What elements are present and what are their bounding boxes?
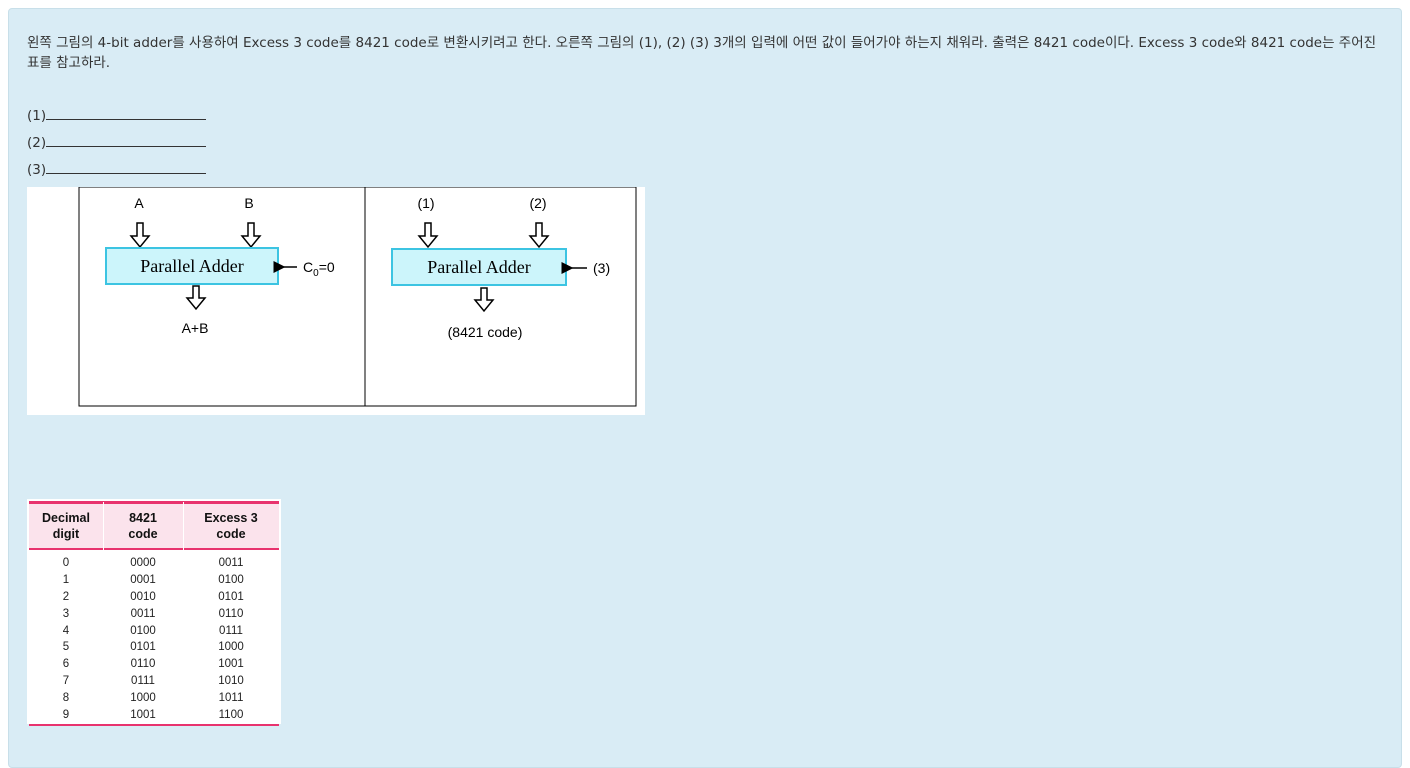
answer-blank-1 [46,107,207,120]
table-row: 6 0110 1001 [62,658,244,671]
right-output-arrow-icon [473,287,495,313]
table-row: 1 0001 0100 [62,574,244,587]
answer-blank-3 [46,161,207,174]
table-row: 9 1001 1100 [62,708,244,721]
answer-label-3: (3) [27,162,47,178]
question-text: 왼쪽 그림의 4-bit adder를 사용하여 Excess 3 code를 … [27,35,1377,71]
answer-line-3: (3) [27,161,207,179]
answer-label-1: (1) [27,108,47,124]
header-8421-code: 8421 code [128,511,158,541]
right-input-1: (1) [417,195,434,211]
table-row: 0 0000 0011 [62,557,244,570]
table-row: 4 0100 0111 [62,624,243,637]
question-panel: 왼쪽 그림의 4-bit adder를 사용하여 Excess 3 code를 … [8,8,1402,768]
table-body: 0 0000 0011 1 0001 0100 2 0010 0101 3 0011 0110 … [29,550,279,723]
left-carry-label: C0=0 [303,259,335,279]
answer-label-2: (2) [27,135,47,151]
left-input-b: B [244,195,253,211]
figure-frame [78,187,637,407]
answer-blank-2 [46,134,207,147]
table-header: Decimal digit 8421 code Excess 3 code [29,504,279,550]
table-row: 2 0010 0101 [62,590,244,603]
left-output-arrow-icon [185,285,207,311]
right-carry-label: (3) [593,260,610,276]
code-table-image: Decimal digit 8421 code Excess 3 code 0 0000… [27,499,281,726]
table-row: 8 1000 1011 [62,691,244,704]
right-arrow-1-icon [417,222,439,249]
answer-line-1: (1) [27,107,207,125]
header-excess3-code: Excess 3 code [204,511,258,541]
table-bottom-rule [29,723,279,726]
right-adder-label: Parallel Adder [427,257,530,277]
adder-diagram: A B Parallel Adder C0=0 A+B (1) (2) Para… [78,187,637,407]
table-column-divider [183,502,184,720]
right-arrow-2-icon [528,222,550,249]
left-arrow-b-icon [240,222,262,249]
left-arrow-a-icon [129,222,151,249]
table-column-divider [103,502,104,720]
table-row: 5 0101 1000 [62,641,244,654]
table-row: 3 0011 0110 [62,607,244,620]
left-adder-label: Parallel Adder [140,256,243,276]
right-output-label: (8421 code) [448,324,523,340]
answer-line-2: (2) [27,134,207,152]
adder-figure: A B Parallel Adder C0=0 A+B (1) (2) Para… [27,187,645,415]
code-table: Decimal digit 8421 code Excess 3 code 0 0000… [29,501,279,726]
left-input-a: A [134,195,144,211]
left-output-label: A+B [182,320,209,336]
table-row: 7 0111 1010 [62,674,244,687]
header-decimal-digit: Decimal digit [42,511,90,541]
right-input-2: (2) [529,195,546,211]
